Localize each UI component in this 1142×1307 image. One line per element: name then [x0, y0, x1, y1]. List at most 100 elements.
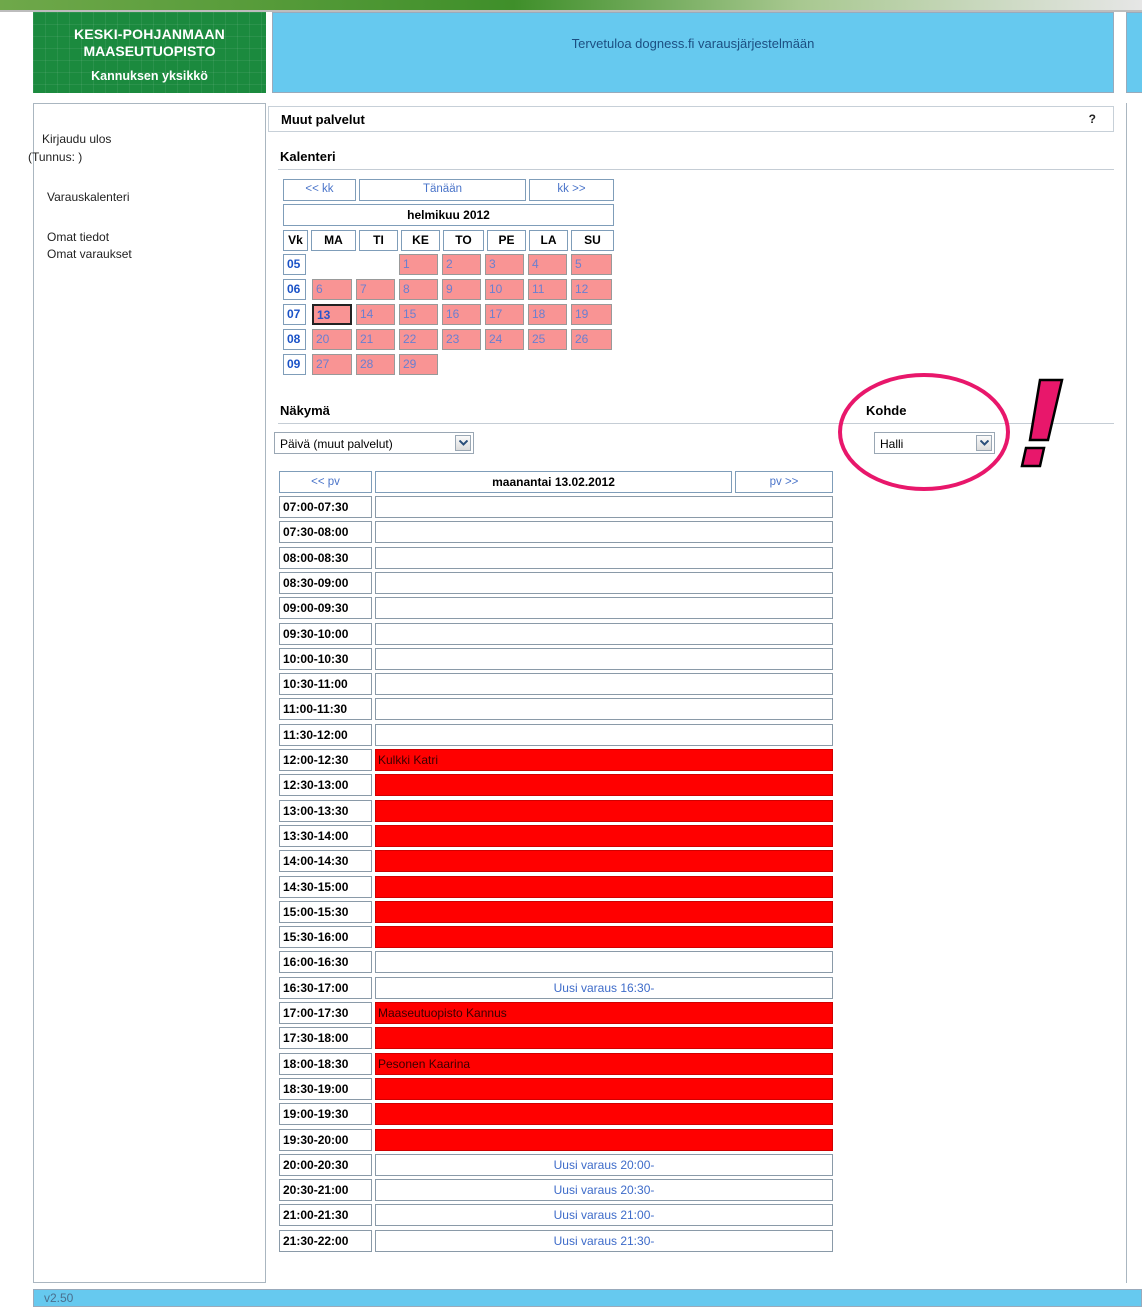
calendar-day-cell[interactable]: 1	[399, 254, 438, 275]
booked-slot	[375, 901, 833, 923]
calendar-day-cell[interactable]: 3	[485, 254, 524, 275]
empty-slot	[375, 623, 833, 645]
new-booking-link[interactable]: Uusi varaus 21:30-	[375, 1230, 833, 1252]
weekday-header: SU	[571, 230, 614, 251]
time-slot-label: 10:00-10:30	[279, 648, 372, 670]
calendar-day-cell[interactable]: 15	[399, 304, 438, 325]
time-slot-label: 18:30-19:00	[279, 1078, 372, 1100]
time-slot-label: 19:30-20:00	[279, 1129, 372, 1151]
empty-slot	[375, 496, 833, 518]
prev-month-button[interactable]: << kk	[283, 179, 356, 201]
sidebar-item-my-bookings[interactable]: Omat varaukset	[47, 247, 132, 261]
sidebar-item-my-info[interactable]: Omat tiedot	[47, 230, 109, 244]
calendar-day-cell[interactable]: 12	[571, 279, 612, 300]
time-slot-label: 11:00-11:30	[279, 698, 372, 720]
calendar-day-cell[interactable]: 23	[442, 329, 481, 350]
weekday-header: TO	[443, 230, 484, 251]
calendar-day-cell[interactable]: 29	[399, 354, 438, 375]
calendar-day-cell[interactable]: 22	[399, 329, 438, 350]
week-number-link[interactable]: 08	[283, 329, 306, 350]
weekday-header: KE	[401, 230, 440, 251]
booked-slot: Maaseutuopisto Kannus	[375, 1002, 833, 1024]
weekday-header: MA	[311, 230, 356, 251]
calendar-day-cell[interactable]: 9	[442, 279, 481, 300]
calendar-divider	[278, 169, 1114, 170]
schedule-date: maanantai 13.02.2012	[375, 471, 732, 493]
week-number-link[interactable]: 07	[283, 304, 306, 325]
time-slot-label: 07:00-07:30	[279, 496, 372, 518]
calendar-day-cell[interactable]: 14	[356, 304, 395, 325]
time-slot-label: 17:30-18:00	[279, 1027, 372, 1049]
footer-bar: v2.50	[33, 1289, 1142, 1307]
time-slot-label: 12:30-13:00	[279, 774, 372, 796]
week-number-link[interactable]: 06	[283, 279, 306, 300]
time-slot-label: 08:00-08:30	[279, 547, 372, 569]
header-right-edge	[1126, 12, 1142, 93]
weekday-header: PE	[487, 230, 526, 251]
next-day-button[interactable]: pv >>	[735, 471, 833, 493]
booked-slot	[375, 1129, 833, 1151]
calendar-day-cell[interactable]: 26	[571, 329, 612, 350]
empty-slot	[375, 572, 833, 594]
calendar-day-cell[interactable]: 27	[312, 354, 352, 375]
exclamation-mark-icon	[1020, 378, 1064, 468]
sidebar: Kirjaudu ulos (Tunnus: ) Varauskalenteri…	[28, 103, 266, 1283]
booked-slot	[375, 1103, 833, 1125]
prev-day-button[interactable]: << pv	[279, 471, 372, 493]
time-slot-label: 15:00-15:30	[279, 901, 372, 923]
time-slot-label: 08:30-09:00	[279, 572, 372, 594]
view-select[interactable]: Päivä (muut palvelut)	[274, 432, 474, 454]
header-title: Tervetuloa dogness.fi varausjärjestelmää…	[571, 36, 815, 51]
time-slot-label: 12:00-12:30	[279, 749, 372, 771]
empty-slot	[375, 698, 833, 720]
time-slot-label: 11:30-12:00	[279, 724, 372, 746]
calendar-day-cell[interactable]: 6	[312, 279, 352, 300]
calendar-day-cell[interactable]: 17	[485, 304, 524, 325]
view-select-value: Päivä (muut palvelut)	[280, 437, 393, 451]
calendar-day-cell[interactable]: 28	[356, 354, 395, 375]
logo: KESKI-POHJANMAAN MAASEUTUOPISTO Kannukse…	[33, 12, 266, 93]
time-slot-label: 16:00-16:30	[279, 951, 372, 973]
week-number-link[interactable]: 09	[283, 354, 306, 375]
section-title: Muut palvelut	[281, 112, 365, 127]
calendar-day-cell[interactable]: 25	[528, 329, 567, 350]
weekday-header: LA	[529, 230, 568, 251]
new-booking-link[interactable]: Uusi varaus 16:30-	[375, 977, 833, 999]
logout-link[interactable]: Kirjaudu ulos	[42, 132, 111, 146]
new-booking-link[interactable]: Uusi varaus 20:30-	[375, 1179, 833, 1201]
calendar-day-cell[interactable]: 8	[399, 279, 438, 300]
empty-slot	[375, 724, 833, 746]
calendar-day-cell[interactable]: 24	[485, 329, 524, 350]
new-booking-link[interactable]: Uusi varaus 20:00-	[375, 1154, 833, 1176]
time-slot-label: 15:30-16:00	[279, 926, 372, 948]
calendar-day-cell[interactable]: 16	[442, 304, 481, 325]
today-button[interactable]: Tänään	[359, 179, 526, 201]
time-slot-label: 16:30-17:00	[279, 977, 372, 999]
calendar-day-cell[interactable]: 11	[528, 279, 567, 300]
sidebar-item-calendar[interactable]: Varauskalenteri	[47, 190, 130, 204]
calendar-day-cell[interactable]: 4	[528, 254, 567, 275]
chevron-down-icon[interactable]	[455, 435, 471, 451]
calendar-day-cell[interactable]: 10	[485, 279, 524, 300]
booked-slot: Pesonen Kaarina	[375, 1053, 833, 1075]
new-booking-link[interactable]: Uusi varaus 21:00-	[375, 1204, 833, 1226]
calendar-day-cell[interactable]: 13	[312, 304, 352, 325]
booked-slot	[375, 850, 833, 872]
calendar-day-cell[interactable]: 18	[528, 304, 567, 325]
next-month-button[interactable]: kk >>	[529, 179, 614, 201]
empty-slot	[375, 951, 833, 973]
version-label: v2.50	[44, 1291, 74, 1305]
calendar-day-cell[interactable]: 2	[442, 254, 481, 275]
week-number-link[interactable]: 05	[283, 254, 306, 275]
help-link[interactable]: ?	[1089, 112, 1096, 126]
calendar-day-cell[interactable]: 21	[356, 329, 395, 350]
empty-slot	[375, 597, 833, 619]
calendar-day-cell[interactable]: 20	[312, 329, 352, 350]
calendar-day-cell[interactable]: 7	[356, 279, 395, 300]
empty-slot	[375, 673, 833, 695]
empty-slot	[375, 547, 833, 569]
booked-slot	[375, 1078, 833, 1100]
calendar-day-cell[interactable]: 5	[571, 254, 612, 275]
weekday-header: TI	[359, 230, 398, 251]
calendar-day-cell[interactable]: 19	[571, 304, 612, 325]
